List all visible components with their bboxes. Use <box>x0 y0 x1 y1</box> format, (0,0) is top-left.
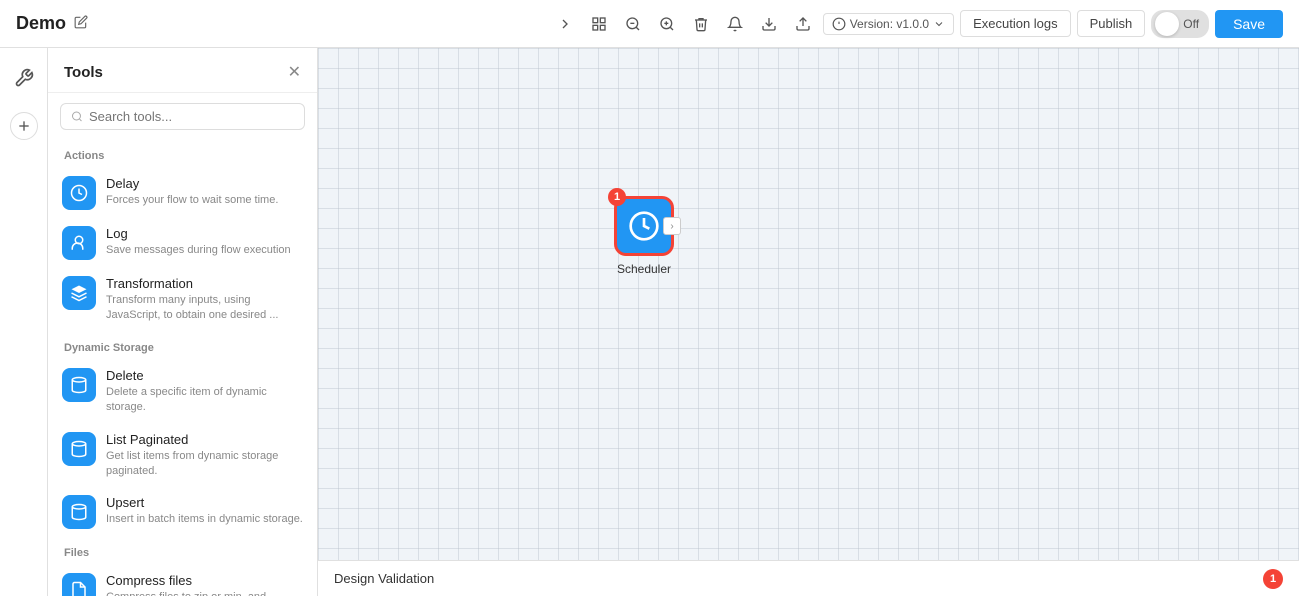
tool-transformation-icon-wrap <box>62 276 96 310</box>
search-box <box>60 103 305 130</box>
tool-list-paginated[interactable]: List Paginated Get list items from dynam… <box>48 424 317 488</box>
toolbar: Version: v1.0.0 Execution logs Publish O… <box>551 10 1283 38</box>
tool-log-info: Log Save messages during flow execution <box>106 226 303 258</box>
transformation-icon <box>70 284 88 302</box>
tools-panel: Tools ✕ Actions Delay Forces your flow t… <box>48 48 318 596</box>
tool-delete[interactable]: Delete Delete a specific item of dynamic… <box>48 360 317 424</box>
search-input[interactable] <box>89 109 294 124</box>
tool-compress-name: Compress files <box>106 573 303 588</box>
publish-button[interactable]: Publish <box>1077 10 1146 37</box>
tool-upsert-desc: Insert in batch items in dynamic storage… <box>106 512 303 527</box>
compress-icon <box>70 581 88 596</box>
node-label: Scheduler <box>617 262 671 276</box>
app-title-area: Demo <box>16 13 88 34</box>
section-storage-label: Dynamic Storage <box>48 332 317 360</box>
tool-delay-desc: Forces your flow to wait some time. <box>106 193 303 208</box>
chevron-down-icon <box>933 18 945 30</box>
log-icon <box>70 234 88 252</box>
tool-log[interactable]: Log Save messages during flow execution <box>48 218 317 268</box>
tools-panel-title: Tools <box>64 64 103 81</box>
node-box[interactable]: › <box>614 196 674 256</box>
topbar: Demo Version: v1.0.0 <box>0 0 1299 48</box>
tool-delete-info: Delete Delete a specific item of dynamic… <box>106 368 303 416</box>
tool-log-desc: Save messages during flow execution <box>106 243 303 258</box>
grid-btn[interactable] <box>585 12 613 36</box>
toggle-label: Off <box>1179 17 1207 31</box>
edit-title-icon[interactable] <box>74 15 88 32</box>
node-output-connector[interactable]: › <box>663 217 681 235</box>
tool-compress-desc: Compress files to zip or min, and ... <box>106 590 303 596</box>
tool-log-icon-wrap <box>62 226 96 260</box>
design-validation-label: Design Validation <box>334 571 1255 586</box>
list-paginated-icon <box>70 440 88 458</box>
tool-delay-name: Delay <box>106 176 303 191</box>
tool-delete-name: Delete <box>106 368 303 383</box>
tool-delay-info: Delay Forces your flow to wait some time… <box>106 176 303 208</box>
flow-corner-btn[interactable] <box>551 12 579 36</box>
upload-btn[interactable] <box>789 12 817 36</box>
scheduler-clock-icon <box>628 210 660 242</box>
bottom-bar: Design Validation 1 <box>318 560 1299 596</box>
tools-list: Actions Delay Forces your flow to wait s… <box>48 140 317 596</box>
sidebar-tools-btn[interactable] <box>6 60 42 96</box>
tool-transformation-name: Transformation <box>106 276 303 291</box>
tool-list-paginated-desc: Get list items from dynamic storage pagi… <box>106 449 303 480</box>
version-dropdown[interactable]: Version: v1.0.0 <box>823 13 954 35</box>
info-icon <box>832 17 846 31</box>
execution-logs-button[interactable]: Execution logs <box>960 10 1071 37</box>
tools-panel-close-btn[interactable]: ✕ <box>288 62 301 82</box>
download-btn[interactable] <box>755 12 783 36</box>
bell-btn[interactable] <box>721 12 749 36</box>
tool-list-paginated-name: List Paginated <box>106 432 303 447</box>
tool-delay[interactable]: Delay Forces your flow to wait some time… <box>48 168 317 218</box>
toggle-knob <box>1155 12 1179 36</box>
toggle-switch[interactable]: Off <box>1151 10 1209 38</box>
tool-transformation[interactable]: Transformation Transform many inputs, us… <box>48 268 317 332</box>
zoom-in-btn[interactable] <box>653 12 681 36</box>
left-sidebar <box>0 48 48 596</box>
tool-list-paginated-icon-wrap <box>62 432 96 466</box>
tool-upsert-name: Upsert <box>106 495 303 510</box>
tool-transformation-desc: Transform many inputs, using JavaScript,… <box>106 293 303 324</box>
version-label: Version: v1.0.0 <box>850 17 929 31</box>
tool-upsert-info: Upsert Insert in batch items in dynamic … <box>106 495 303 527</box>
delete-btn[interactable] <box>687 12 715 36</box>
canvas[interactable]: 1 › Scheduler Design Validation 1 <box>318 48 1299 596</box>
tool-transformation-info: Transformation Transform many inputs, us… <box>106 276 303 324</box>
app-title: Demo <box>16 13 66 34</box>
save-button[interactable]: Save <box>1215 10 1283 38</box>
section-files-label: Files <box>48 537 317 565</box>
tools-panel-header: Tools ✕ <box>48 48 317 93</box>
clock-icon <box>70 184 88 202</box>
tool-delete-desc: Delete a specific item of dynamic storag… <box>106 385 303 416</box>
section-actions-label: Actions <box>48 140 317 168</box>
upsert-icon <box>70 503 88 521</box>
search-icon <box>71 110 83 123</box>
tool-upsert-icon-wrap <box>62 495 96 529</box>
tool-compress-files[interactable]: Compress files Compress files to zip or … <box>48 565 317 596</box>
tool-compress-info: Compress files Compress files to zip or … <box>106 573 303 596</box>
main-layout: Tools ✕ Actions Delay Forces your flow t… <box>0 48 1299 596</box>
scheduler-node[interactable]: 1 › Scheduler <box>614 196 674 276</box>
sidebar-add-btn[interactable] <box>10 112 38 140</box>
validation-error-badge: 1 <box>1263 569 1283 589</box>
tool-compress-icon-wrap <box>62 573 96 596</box>
tool-delete-icon-wrap <box>62 368 96 402</box>
tool-upsert[interactable]: Upsert Insert in batch items in dynamic … <box>48 487 317 537</box>
node-error-badge: 1 <box>608 188 626 206</box>
tool-delay-icon-wrap <box>62 176 96 210</box>
delete-storage-icon <box>70 376 88 394</box>
tool-log-name: Log <box>106 226 303 241</box>
tool-list-paginated-info: List Paginated Get list items from dynam… <box>106 432 303 480</box>
zoom-out-btn[interactable] <box>619 12 647 36</box>
